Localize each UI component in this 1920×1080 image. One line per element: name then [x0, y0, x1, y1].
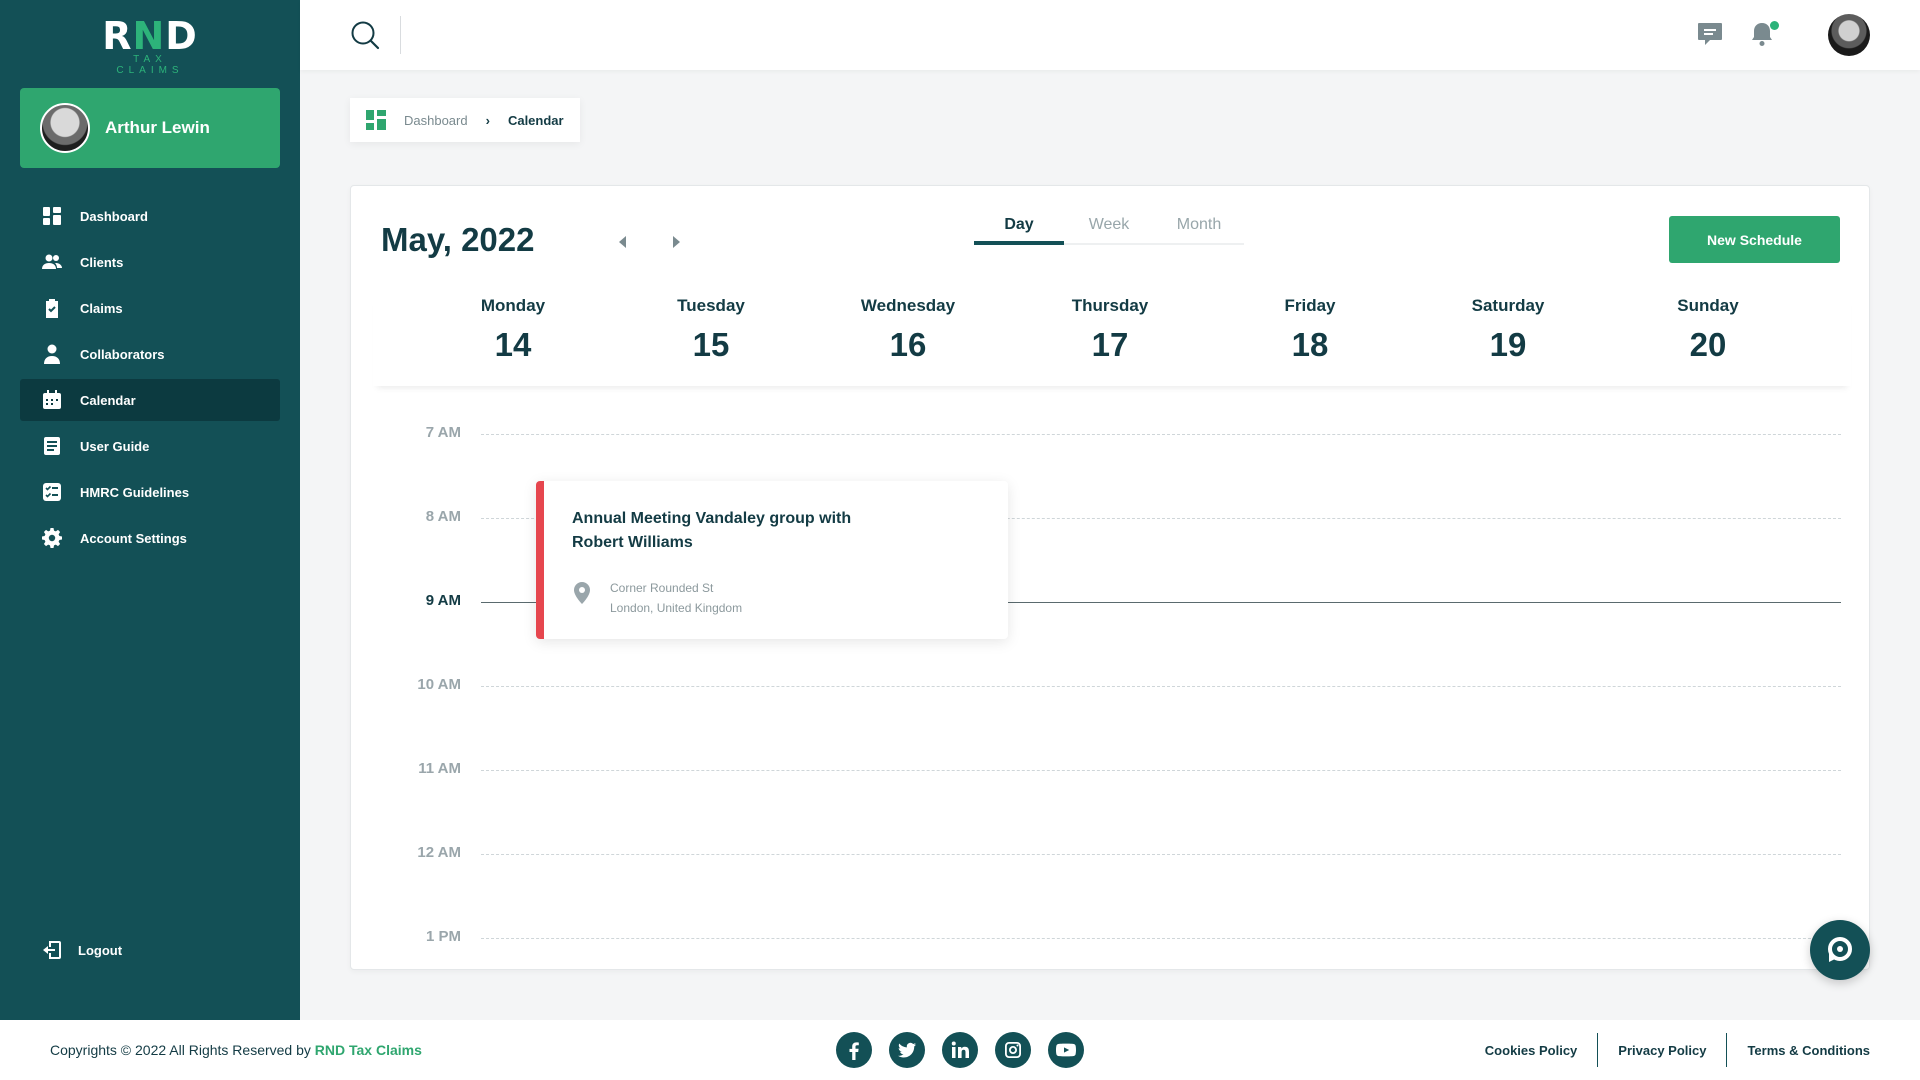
event-address: Corner Rounded St London, United Kingdom — [610, 581, 743, 615]
breadcrumb-current: Calendar — [507, 112, 564, 128]
sidebar-item-label: User Guide — [80, 438, 150, 454]
cookies-policy-link[interactable]: Cookies Policy — [1465, 1043, 1597, 1058]
breadcrumb: Dashboard › Calendar — [350, 98, 580, 142]
time-label: 12 AM — [417, 844, 461, 861]
top-bar — [300, 0, 1920, 70]
sidebar-nav: Dashboard Clients Claims Collaborators C… — [20, 195, 280, 563]
calendar-card: May, 2022 Day Week Month New Schedule Mo… — [350, 185, 1870, 970]
youtube-link[interactable] — [1048, 1032, 1084, 1068]
privacy-policy-link[interactable]: Privacy Policy — [1598, 1043, 1726, 1058]
time-label: 1 PM — [425, 928, 461, 945]
brand-logo[interactable]: RND TAX CLAIMS — [100, 16, 200, 76]
time-label: 10 AM — [417, 676, 461, 693]
youtube-icon — [1056, 1043, 1076, 1057]
calendar-icon — [43, 390, 61, 409]
dashboard-grid-icon — [366, 110, 386, 130]
location-pin-icon — [574, 582, 590, 604]
time-label: 7 AM — [425, 424, 461, 441]
time-gridline — [481, 770, 1841, 771]
sidebar-item-hmrc-guidelines[interactable]: HMRC Guidelines — [20, 471, 280, 513]
sidebar-item-user-guide[interactable]: User Guide — [20, 425, 280, 467]
copyright-brand-link[interactable]: RND Tax Claims — [315, 1042, 422, 1058]
document-icon — [44, 437, 60, 455]
instagram-link[interactable] — [995, 1032, 1031, 1068]
time-label-current: 9 AM — [425, 592, 461, 609]
sidebar: RND TAX CLAIMS Arthur Lewin Dashboard Cl… — [0, 0, 300, 1020]
chat-icon[interactable] — [1696, 20, 1724, 48]
terms-conditions-link[interactable]: Terms & Conditions — [1727, 1043, 1870, 1058]
linkedin-icon — [951, 1041, 969, 1058]
user-avatar — [40, 103, 90, 153]
sidebar-item-label: Clients — [80, 254, 124, 270]
time-label: 11 AM — [418, 760, 461, 777]
time-label: 8 AM — [425, 508, 461, 525]
checklist-icon — [43, 483, 61, 501]
support-chat-icon — [1828, 937, 1852, 962]
event-title: Annual Meeting Vandaley group with Rober… — [572, 510, 852, 551]
logout-button[interactable]: Logout — [42, 940, 122, 960]
user-profile-card[interactable]: Arthur Lewin — [20, 88, 280, 168]
time-gridline — [481, 938, 1841, 939]
sidebar-item-calendar[interactable]: Calendar — [20, 379, 280, 421]
grid-icon — [43, 207, 61, 225]
social-links — [836, 1032, 1101, 1068]
sidebar-item-account-settings[interactable]: Account Settings — [20, 517, 280, 559]
footer: Copyrights © 2022 All Rights Reserved by… — [0, 1020, 1920, 1080]
twitter-icon — [898, 1042, 916, 1058]
sidebar-item-label: Account Settings — [80, 530, 187, 546]
sidebar-item-label: HMRC Guidelines — [80, 484, 190, 500]
notification-dot — [1770, 21, 1779, 30]
logout-icon — [43, 941, 61, 959]
clipboard-icon — [46, 299, 58, 318]
sidebar-item-dashboard[interactable]: Dashboard — [20, 195, 280, 237]
event-card[interactable]: Annual Meeting Vandaley group with Rober… — [536, 481, 1008, 639]
sidebar-item-collaborators[interactable]: Collaborators — [20, 333, 280, 375]
instagram-icon — [1005, 1042, 1021, 1058]
header-avatar[interactable] — [1828, 14, 1870, 56]
person-icon — [44, 344, 60, 364]
sidebar-item-label: Dashboard — [80, 208, 148, 224]
time-gridline — [481, 854, 1841, 855]
gear-icon — [42, 528, 62, 548]
sidebar-item-label: Claims — [80, 300, 123, 316]
twitter-link[interactable] — [889, 1032, 925, 1068]
search-icon[interactable] — [350, 20, 380, 50]
sidebar-item-clients[interactable]: Clients — [20, 241, 280, 283]
user-name: Arthur Lewin — [105, 118, 210, 137]
facebook-icon — [849, 1042, 859, 1060]
live-chat-button[interactable] — [1810, 920, 1870, 980]
chevron-right-icon: › — [485, 112, 490, 128]
breadcrumb-dashboard-link[interactable]: Dashboard — [404, 113, 468, 128]
facebook-link[interactable] — [836, 1032, 872, 1068]
copyright: Copyrights © 2022 All Rights Reserved by… — [50, 1042, 422, 1058]
time-gridline — [481, 686, 1841, 687]
search-divider — [400, 16, 401, 54]
time-gridline — [481, 434, 1841, 435]
sidebar-item-label: Collaborators — [80, 346, 165, 362]
sidebar-item-label: Calendar — [80, 392, 136, 408]
linkedin-link[interactable] — [942, 1032, 978, 1068]
policy-links: Cookies Policy Privacy Policy Terms & Co… — [1465, 1032, 1870, 1068]
users-icon — [42, 254, 62, 269]
sidebar-item-claims[interactable]: Claims — [20, 287, 280, 329]
